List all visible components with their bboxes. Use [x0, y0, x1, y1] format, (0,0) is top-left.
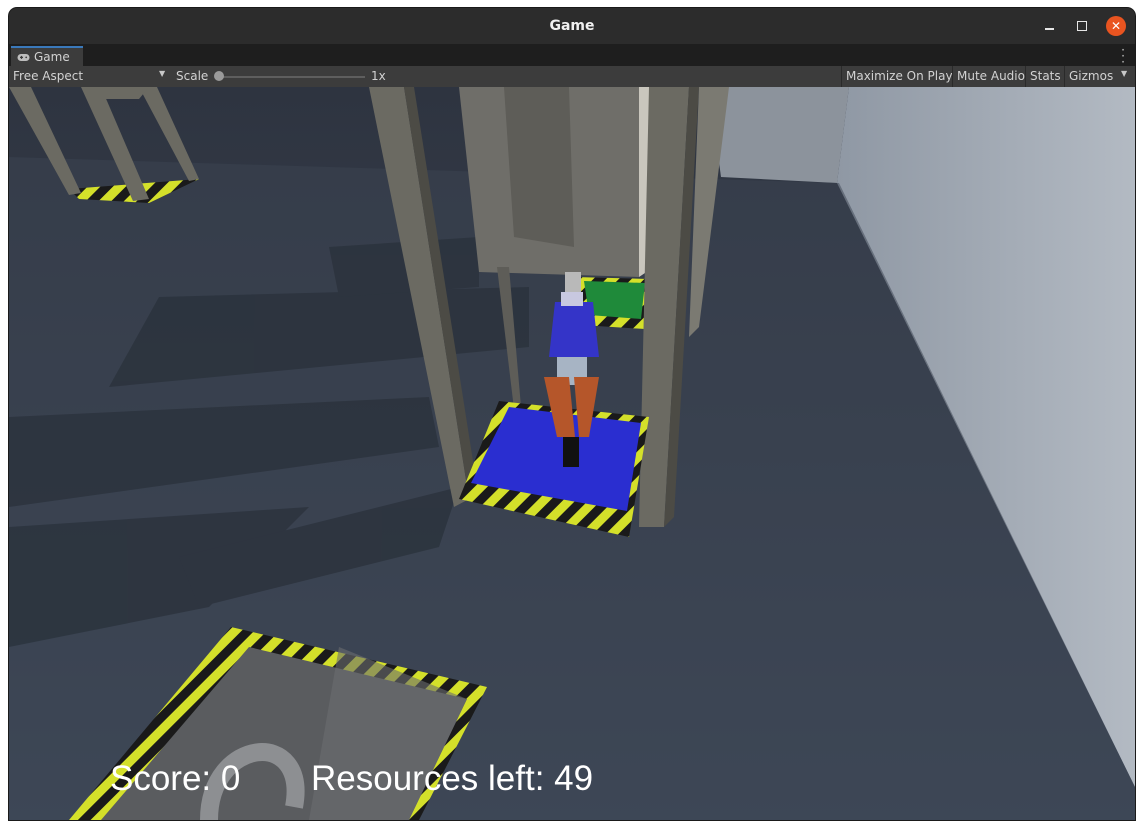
more-options-icon[interactable]: · · · [1121, 44, 1125, 68]
window-title: Game [549, 18, 595, 34]
title-bar: Game ✕ [9, 8, 1135, 44]
maximize-icon [1077, 21, 1087, 31]
scale-slider-thumb[interactable] [214, 71, 224, 81]
maximize-button[interactable] [1072, 16, 1092, 36]
game-window: Game ✕ Game · · · Free Aspect ▼ Scale 1x M… [9, 8, 1135, 820]
stats-button[interactable]: Stats [1025, 66, 1065, 87]
tab-label: Game [34, 50, 70, 64]
aspect-dropdown[interactable]: Free Aspect [13, 69, 171, 83]
minimize-icon [1044, 28, 1054, 30]
tab-bar: Game · · · [9, 44, 1135, 68]
tab-game[interactable]: Game [11, 46, 83, 66]
chevron-down-icon: ▼ [159, 69, 166, 78]
gizmos-chevron-icon[interactable]: ▼ [1121, 69, 1127, 78]
back-wall [709, 87, 849, 183]
game-toolbar: Free Aspect ▼ Scale 1x Maximize On Play … [9, 66, 1135, 88]
minimize-button[interactable] [1039, 16, 1059, 36]
score-text: Score: 0 [110, 759, 241, 798]
aspect-label: Free Aspect [13, 69, 84, 83]
close-icon: ✕ [1110, 19, 1122, 33]
scale-label: Scale [176, 69, 209, 83]
scale-slider-track[interactable] [221, 76, 365, 78]
gamepad-icon [17, 53, 30, 61]
scene-render [9, 87, 1135, 820]
gizmos-button[interactable]: Gizmos [1064, 66, 1117, 87]
game-viewport[interactable]: Score: 0 Resources left: 49 [9, 87, 1135, 820]
close-button[interactable]: ✕ [1106, 16, 1126, 36]
maximize-on-play-button[interactable]: Maximize On Play [841, 66, 957, 87]
mute-audio-button[interactable]: Mute Audio [952, 66, 1029, 87]
scale-value: 1x [371, 69, 386, 83]
resources-left-text: Resources left: 49 [311, 759, 594, 798]
